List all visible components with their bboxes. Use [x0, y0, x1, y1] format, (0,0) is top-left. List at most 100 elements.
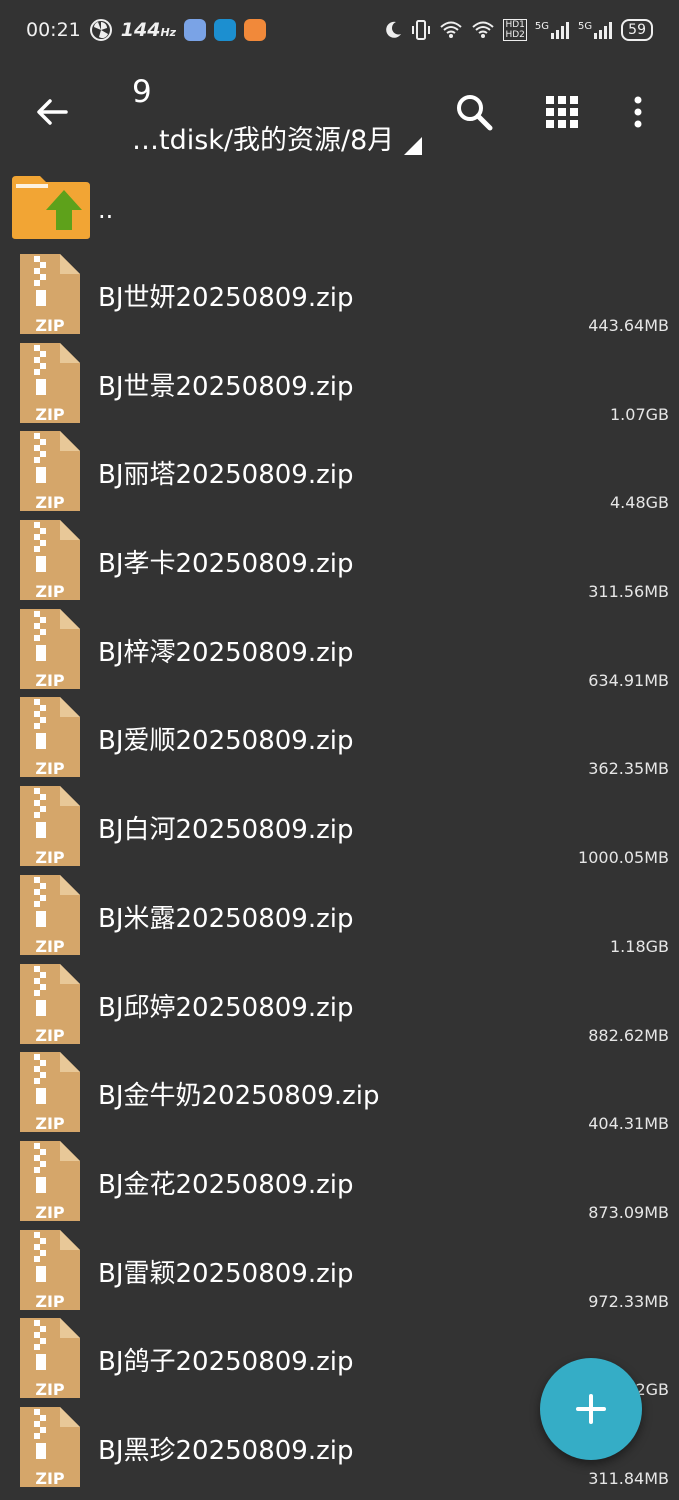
- file-name: BJ世妍20250809.zip: [98, 283, 354, 313]
- file-size: 311.56MB: [588, 582, 669, 602]
- signal-bars-icon: [551, 22, 570, 39]
- file-row[interactable]: ZIP BJ金牛奶20250809.zip 404.31MB: [0, 1048, 679, 1137]
- zip-label: ZIP: [35, 582, 65, 600]
- file-row[interactable]: ZIP BJ雷颖20250809.zip 972.33MB: [0, 1226, 679, 1315]
- zip-label: ZIP: [35, 759, 65, 777]
- refresh-rate: 144Hz: [120, 19, 177, 41]
- dropdown-triangle-icon: [404, 137, 423, 155]
- zip-file-icon: ZIP: [20, 786, 80, 867]
- more-vert-icon[interactable]: [616, 90, 660, 134]
- file-name: BJ孝卡20250809.zip: [98, 549, 354, 580]
- cloud-app-icon: [184, 19, 207, 41]
- file-name: BJ鸽子20250809.zip: [98, 1347, 354, 1378]
- zip-label: ZIP: [35, 937, 65, 955]
- file-name: BJ世景20250809.zip: [98, 371, 354, 402]
- file-row[interactable]: ZIP BJ世景20250809.zip 1.07GB: [0, 339, 679, 428]
- file-name: BJ梓澪20250809.zip: [98, 637, 354, 668]
- fan-icon: [89, 19, 112, 41]
- file-row[interactable]: ZIP BJ爱顺20250809.zip 362.35MB: [0, 693, 679, 782]
- file-name: BJ邱婷20250809.zip: [98, 992, 354, 1023]
- moon-icon: [386, 21, 402, 38]
- clock: 00:21: [26, 19, 81, 41]
- folder-up-icon: [12, 176, 90, 239]
- file-size: 1.07GB: [610, 404, 669, 424]
- signal-5g-1: 5G: [535, 21, 570, 39]
- file-row[interactable]: ZIP BJ米露20250809.zip 1.18GB: [0, 871, 679, 960]
- file-size: 972.33MB: [588, 1291, 669, 1311]
- zip-label: ZIP: [35, 316, 65, 334]
- file-name: BJ白河20250809.zip: [98, 815, 354, 846]
- zip-file-icon: ZIP: [20, 342, 80, 423]
- zip-file-icon: ZIP: [20, 431, 80, 512]
- zip-file-icon: ZIP: [20, 520, 80, 601]
- file-name: BJ黑珍20250809.zip: [98, 1435, 354, 1466]
- zip-file-icon: ZIP: [20, 697, 80, 778]
- file-size: 1.18GB: [610, 936, 669, 956]
- file-size: 362.35MB: [588, 759, 669, 779]
- file-name: BJ金花20250809.zip: [98, 1169, 354, 1200]
- file-row[interactable]: ZIP BJ丽塔20250809.zip 4.48GB: [0, 427, 679, 516]
- zip-file-icon: ZIP: [20, 963, 80, 1044]
- file-size: 311.84MB: [588, 1468, 669, 1488]
- status-bar: 00:21 144Hz HD1 HD2 5G 5G 59: [0, 0, 679, 60]
- zip-label: ZIP: [35, 1203, 65, 1221]
- add-button[interactable]: [540, 1358, 642, 1460]
- file-row[interactable]: ZIP BJ邱婷20250809.zip 882.62MB: [0, 960, 679, 1049]
- file-name: BJ金牛奶20250809.zip: [98, 1081, 380, 1112]
- search-icon[interactable]: [452, 90, 496, 134]
- file-row[interactable]: ZIP BJ白河20250809.zip 1000.05MB: [0, 782, 679, 871]
- orange-app-icon: [244, 19, 267, 41]
- wifi-icon-2: [472, 21, 495, 38]
- signal-bars-icon: [594, 22, 613, 39]
- file-size: 882.62MB: [588, 1025, 669, 1045]
- zip-label: ZIP: [35, 1380, 65, 1398]
- path-label: …tdisk/我的资源/8月: [132, 125, 395, 156]
- zip-file-icon: ZIP: [20, 1406, 80, 1487]
- add-icon: [576, 1394, 606, 1424]
- toolbar: 9 …tdisk/我的资源/8月: [0, 64, 679, 164]
- file-row[interactable]: ZIP BJ金花20250809.zip 873.09MB: [0, 1137, 679, 1226]
- zip-label: ZIP: [35, 1292, 65, 1310]
- zip-file-icon: ZIP: [20, 1052, 80, 1133]
- zip-file-icon: ZIP: [20, 254, 80, 334]
- file-name: BJ丽塔20250809.zip: [98, 460, 354, 491]
- file-row[interactable]: ZIP BJ孝卡20250809.zip 311.56MB: [0, 516, 679, 605]
- folder-title: 9: [132, 74, 152, 110]
- grid-view-icon[interactable]: [540, 90, 584, 134]
- zip-file-icon: ZIP: [20, 608, 80, 689]
- file-size: 443.64MB: [588, 316, 669, 335]
- vibrate-icon: [412, 20, 431, 40]
- file-size: 634.91MB: [588, 670, 669, 690]
- zip-label: ZIP: [35, 493, 65, 511]
- zip-file-icon: ZIP: [20, 874, 80, 955]
- file-list: ZIP BJ世妍20250809.zip 443.64MB ZIP BJ世景20…: [0, 250, 679, 1492]
- file-size: 1000.05MB: [578, 848, 669, 868]
- zip-file-icon: ZIP: [20, 1140, 80, 1221]
- zip-label: ZIP: [35, 405, 65, 423]
- file-row[interactable]: ZIP BJ梓澪20250809.zip 634.91MB: [0, 605, 679, 694]
- file-size: 404.31MB: [588, 1114, 669, 1134]
- zip-file-icon: ZIP: [20, 1229, 80, 1310]
- wifi-icon: [440, 21, 463, 38]
- file-size: 4.48GB: [610, 493, 669, 513]
- battery-indicator: 59: [621, 19, 653, 41]
- file-size: 873.09MB: [588, 1202, 669, 1222]
- zip-file-icon: ZIP: [20, 1318, 80, 1399]
- signal-5g-2: 5G: [578, 21, 613, 39]
- zip-label: ZIP: [35, 1026, 65, 1044]
- status-right: HD1 HD2 5G 5G 59: [383, 19, 653, 41]
- parent-directory-row[interactable]: ..: [0, 168, 679, 242]
- zip-label: ZIP: [35, 671, 65, 689]
- file-name: BJ爱顺20250809.zip: [98, 726, 354, 757]
- zip-label: ZIP: [35, 1469, 65, 1487]
- zip-label: ZIP: [35, 848, 65, 866]
- z-app-icon: [214, 19, 237, 41]
- parent-directory-label: ..: [98, 196, 114, 224]
- back-arrow-icon[interactable]: [30, 90, 74, 134]
- path-dropdown[interactable]: …tdisk/我的资源/8月: [132, 118, 423, 157]
- file-name: BJ米露20250809.zip: [98, 903, 354, 934]
- file-row[interactable]: ZIP BJ世妍20250809.zip 443.64MB: [0, 250, 679, 339]
- file-name: BJ雷颖20250809.zip: [98, 1258, 354, 1289]
- zip-label: ZIP: [35, 1114, 65, 1132]
- status-left: 00:21 144Hz: [26, 18, 267, 42]
